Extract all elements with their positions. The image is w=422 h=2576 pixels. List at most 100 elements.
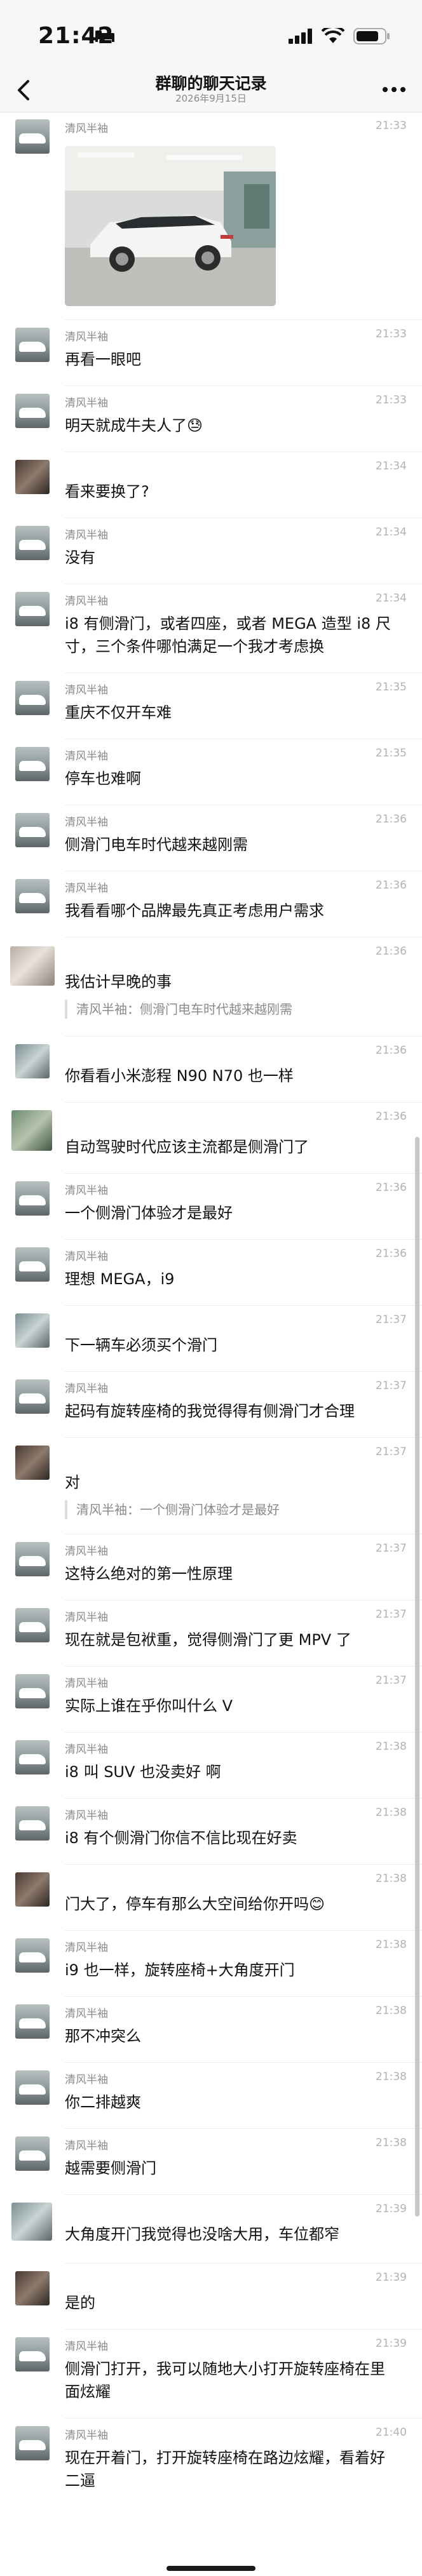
message-time: 21:38 bbox=[376, 1806, 407, 1819]
divider bbox=[65, 1305, 422, 1306]
message-time: 21:37 bbox=[376, 1379, 407, 1392]
message-item: 清风半袖 21:39 侧滑门打开，我可以随地大小打开旋转座椅在里面炫耀 bbox=[0, 2337, 422, 2418]
message-text: 现在开着门，打开旋转座椅在路边炫耀，看着好二逼 bbox=[65, 2449, 385, 2490]
avatar[interactable] bbox=[15, 1379, 50, 1414]
avatar[interactable] bbox=[15, 592, 50, 626]
avatar[interactable] bbox=[15, 460, 50, 494]
message-time: 21:38 bbox=[376, 2070, 407, 2083]
message-item: 清风半袖 21:37 这特么绝对的第一性原理 bbox=[0, 1542, 422, 1600]
avatar[interactable] bbox=[15, 1806, 50, 1841]
divider bbox=[65, 2329, 422, 2330]
scrollbar[interactable] bbox=[415, 1137, 419, 2217]
sender-name: 清风半袖 bbox=[65, 331, 108, 344]
avatar[interactable] bbox=[15, 1446, 50, 1480]
sender-name: 清风半袖 bbox=[65, 397, 108, 410]
avatar[interactable] bbox=[15, 681, 50, 715]
home-indicator[interactable] bbox=[167, 2566, 255, 2571]
sender-name: 清风半袖 bbox=[65, 1677, 108, 1690]
sender-name: 清风半袖 bbox=[65, 684, 108, 697]
message-item: 清风半袖 21:38 i8 叫 SUV 也没卖好 啊 bbox=[0, 1740, 422, 1799]
avatar[interactable] bbox=[15, 2137, 50, 2171]
message-text: 你二排越爽 bbox=[65, 2093, 141, 2111]
avatar[interactable] bbox=[15, 1872, 50, 1907]
avatar[interactable] bbox=[15, 2271, 50, 2305]
avatar[interactable] bbox=[10, 946, 55, 986]
message-time: 21:38 bbox=[376, 1938, 407, 1951]
message-time: 21:36 bbox=[376, 879, 407, 892]
wifi-icon bbox=[322, 28, 344, 43]
avatar[interactable] bbox=[15, 1608, 50, 1642]
avatar[interactable] bbox=[15, 1938, 50, 1973]
avatar[interactable] bbox=[15, 526, 50, 560]
message-time: 21:34 bbox=[376, 526, 407, 539]
avatar[interactable] bbox=[15, 1674, 50, 1708]
message-time: 21:38 bbox=[376, 1740, 407, 1753]
message-text: 再看一眼吧 bbox=[65, 351, 141, 368]
message-text: 明天就成牛夫人了😓 bbox=[65, 417, 203, 434]
divider bbox=[65, 1930, 422, 1931]
avatar[interactable] bbox=[15, 1740, 50, 1774]
avatar[interactable] bbox=[15, 2070, 50, 2105]
sender-name: 清风半袖 bbox=[65, 1545, 108, 1558]
divider bbox=[65, 1798, 422, 1799]
message-time: 21:36 bbox=[376, 813, 407, 826]
message-item: 清风半袖 21:33 明天就成牛夫人了😓 bbox=[0, 394, 422, 452]
avatar[interactable] bbox=[15, 2426, 50, 2460]
message-time: 21:39 bbox=[376, 2337, 407, 2350]
message-text: 门大了，停车有那么大空间给你开吗😊 bbox=[65, 1895, 325, 1913]
message-text: 那不冲突么 bbox=[65, 2027, 141, 2045]
avatar[interactable] bbox=[15, 2004, 50, 2039]
message-text: 实际上谁在乎你叫什么 V bbox=[65, 1697, 233, 1715]
avatar[interactable] bbox=[11, 2203, 52, 2241]
message-text: 是的 bbox=[65, 2294, 95, 2312]
avatar[interactable] bbox=[15, 1181, 50, 1216]
avatar[interactable] bbox=[15, 328, 50, 362]
car-photo[interactable] bbox=[65, 146, 276, 306]
message-item: 清风半袖 21:36 理想 MEGA，i9 bbox=[0, 1247, 422, 1306]
divider bbox=[65, 1666, 422, 1667]
divider bbox=[65, 1732, 422, 1733]
avatar[interactable] bbox=[15, 813, 50, 847]
divider bbox=[65, 2062, 422, 2063]
sender-name: 清风半袖 bbox=[65, 2074, 108, 2086]
avatar[interactable] bbox=[15, 1313, 50, 1348]
avatar[interactable] bbox=[15, 1542, 50, 1576]
message-time: 21:40 bbox=[376, 2426, 407, 2439]
message-time: 21:36 bbox=[376, 1247, 407, 1260]
sender-name: 清风半袖 bbox=[65, 1251, 108, 1263]
sender-name: 清风半袖 bbox=[65, 1611, 108, 1624]
sleep-focus-icon bbox=[95, 30, 114, 42]
sender-name: 清风半袖 bbox=[65, 529, 108, 542]
message-text: 重庆不仅开车难 bbox=[65, 704, 172, 721]
message-text: 对 bbox=[65, 1473, 80, 1491]
avatar[interactable] bbox=[15, 394, 50, 428]
message-item: 21:36 自动驾驶时代应该主流都是侧滑门了 bbox=[0, 1110, 422, 1174]
more-dots-icon[interactable] bbox=[381, 83, 407, 97]
avatar[interactable] bbox=[11, 1110, 52, 1151]
avatar[interactable] bbox=[15, 119, 50, 154]
quoted-message[interactable]: 清风半袖：一个侧滑门体验才是最好 bbox=[65, 1500, 395, 1519]
message-text: 大角度开门我觉得也没啥大用，车位都窄 bbox=[65, 2225, 339, 2243]
quoted-message[interactable]: 清风半袖：侧滑门电车时代越来越刚需 bbox=[65, 1000, 395, 1019]
message-text: 越需要侧滑门 bbox=[65, 2159, 156, 2177]
message-time: 21:37 bbox=[376, 1674, 407, 1687]
message-item: 清风半袖 21:35 停车也难啊 bbox=[0, 747, 422, 805]
message-time: 21:35 bbox=[376, 681, 407, 694]
avatar[interactable] bbox=[15, 2337, 50, 2371]
message-time: 21:33 bbox=[376, 119, 407, 132]
message-time: 21:38 bbox=[376, 2137, 407, 2149]
message-item: 清风半袖 21:33 再看一眼吧 bbox=[0, 328, 422, 386]
avatar[interactable] bbox=[15, 879, 50, 913]
avatar[interactable] bbox=[15, 747, 50, 781]
message-item: 21:36 你看看小米澎程 N90 N70 也一样 bbox=[0, 1044, 422, 1103]
message-text: 理想 MEGA，i9 bbox=[65, 1270, 175, 1288]
message-text: 这特么绝对的第一性原理 bbox=[65, 1565, 233, 1583]
message-text: 侧滑门电车时代越来越刚需 bbox=[65, 836, 248, 854]
avatar[interactable] bbox=[15, 1044, 50, 1078]
message-item: 清风半袖 21:36 侧滑门电车时代越来越刚需 bbox=[0, 813, 422, 871]
avatar[interactable] bbox=[15, 1247, 50, 1282]
message-text: 我看看哪个品牌最先真正考虑用户需求 bbox=[65, 902, 324, 920]
message-item: 清风半袖 21:37 实际上谁在乎你叫什么 V bbox=[0, 1674, 422, 1733]
message-text: i8 有侧滑门，或者四座，或者 MEGA 造型 i8 尺寸，三个条件哪怕满足一个… bbox=[65, 615, 391, 655]
message-text: i8 有个侧滑门你信不信比现在好卖 bbox=[65, 1829, 297, 1847]
